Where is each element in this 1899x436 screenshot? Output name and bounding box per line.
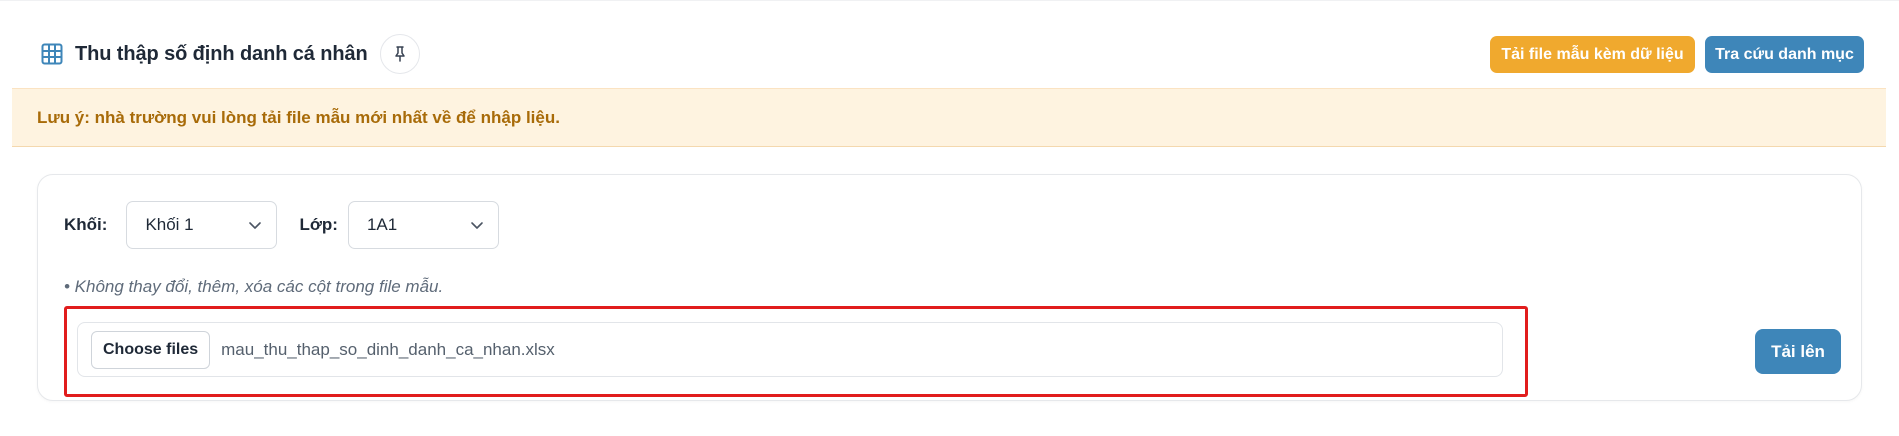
upload-button[interactable]: Tải lên [1755, 329, 1841, 374]
template-hint: • Không thay đổi, thêm, xóa các cột tron… [64, 277, 444, 296]
top-divider [0, 0, 1899, 1]
khoi-select[interactable]: Khối 1 [126, 201, 278, 249]
filter-row: Khối: Khối 1 Lớp: 1A1 [64, 201, 499, 249]
lop-select-value: 1A1 [366, 215, 398, 234]
notice-text: Lưu ý: nhà trường vui lòng tải file mẫu … [37, 107, 560, 127]
chevron-down-icon [249, 222, 262, 229]
selected-file-name: mau_thu_thap_so_dinh_danh_ca_nhan.xlsx [221, 339, 555, 359]
page-header: Thu thập số định danh cá nhân [39, 34, 420, 74]
choose-files-button[interactable]: Choose files [91, 330, 211, 369]
upload-card: Khối: Khối 1 Lớp: 1A1 • Không thay đổi, … [37, 174, 1862, 401]
chevron-down-icon [471, 222, 483, 229]
file-input[interactable]: Choose files mau_thu_thap_so_dinh_danh_c… [77, 322, 1503, 377]
upload-highlight-box: Choose files mau_thu_thap_so_dinh_danh_c… [64, 306, 1528, 397]
lop-select[interactable]: 1A1 [347, 201, 499, 249]
khoi-label: Khối: [64, 215, 108, 234]
download-template-button[interactable]: Tải file mẫu kèm dữ liệu [1490, 36, 1695, 73]
khoi-select-value: Khối 1 [145, 215, 194, 234]
lookup-category-button[interactable]: Tra cứu danh mục [1705, 36, 1864, 73]
notice-banner: Lưu ý: nhà trường vui lòng tải file mẫu … [12, 88, 1886, 147]
pin-icon [394, 46, 405, 62]
table-grid-icon [39, 41, 65, 67]
page-title: Thu thập số định danh cá nhân [75, 42, 368, 65]
lop-label: Lớp: [299, 215, 338, 234]
pin-button[interactable] [379, 34, 420, 74]
